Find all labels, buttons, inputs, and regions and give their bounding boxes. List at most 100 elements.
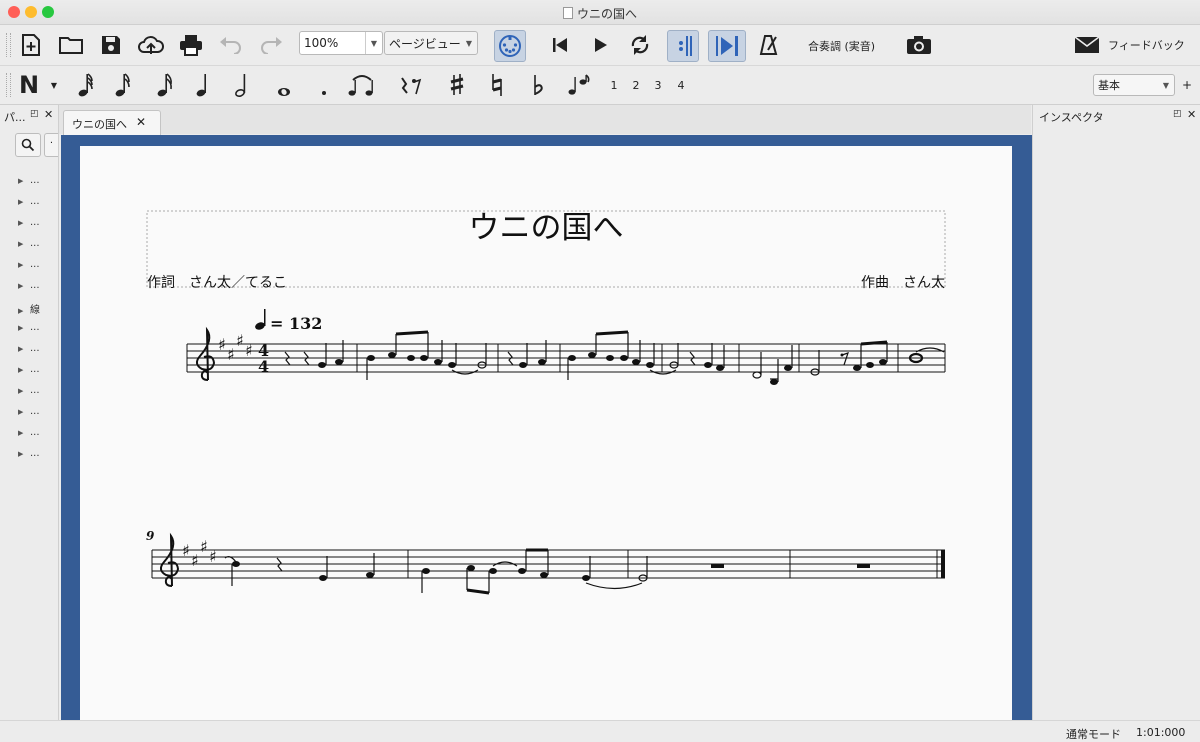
new-file-icon — [22, 34, 40, 56]
palette-item[interactable]: ▶... — [18, 175, 40, 186]
close-icon[interactable]: ✕ — [1187, 108, 1196, 121]
palette-item[interactable]: ▶... — [18, 322, 40, 333]
duration-64th-button[interactable] — [74, 70, 98, 100]
natural-icon — [492, 74, 502, 96]
metronome-button[interactable] — [754, 30, 784, 60]
play-repeats-toggle[interactable] — [667, 30, 699, 62]
feedback-label: フィードバック — [1108, 39, 1185, 52]
flat-button[interactable] — [526, 70, 550, 100]
score-notation[interactable]: ウニの国へ 作詞 さん太／てるこ 作曲 さん太 = 132 ♯♯♯♯ 4 4 9… — [80, 146, 1012, 720]
triangle-right-icon: ▶ — [18, 282, 24, 290]
chevron-down-icon[interactable]: ▼ — [365, 32, 382, 54]
voice-2-button[interactable]: 2 — [628, 70, 644, 100]
workspace-select[interactable]: 基本 ▼ — [1093, 74, 1175, 96]
palette-item[interactable]: ▶... — [18, 217, 40, 228]
zoom-combobox[interactable]: 100% ▼ — [299, 31, 383, 55]
tie-button[interactable] — [346, 70, 378, 100]
palette-item[interactable]: ▶... — [18, 343, 40, 354]
undo-button[interactable] — [216, 30, 246, 60]
palette-item[interactable]: ▶... — [18, 259, 40, 270]
staff-system-1 — [186, 343, 946, 373]
palette-item[interactable]: ▶... — [18, 238, 40, 249]
triangle-right-icon: ▶ — [18, 450, 24, 458]
measure-number: 9 — [146, 529, 155, 543]
time-signature-system-1: 4 4 — [258, 341, 269, 376]
search-icon — [21, 138, 35, 152]
position-status: 1:01:000 — [1136, 726, 1186, 739]
input-mode-status: 通常モード — [1066, 728, 1121, 741]
palette-item[interactable]: ▶... — [18, 427, 40, 438]
play-button[interactable] — [585, 30, 615, 60]
rewind-button[interactable] — [545, 30, 575, 60]
print-button[interactable] — [176, 30, 206, 60]
chevron-down-icon[interactable]: ▼ — [48, 70, 60, 100]
duration-32nd-button[interactable] — [111, 70, 135, 100]
lyricist-text: 作詞 さん太／てるこ — [147, 275, 287, 291]
toolbar-grip[interactable] — [6, 73, 11, 97]
half-note-icon — [235, 74, 246, 97]
final-barline — [941, 550, 945, 578]
redo-button[interactable] — [256, 30, 286, 60]
palette-item[interactable]: ▶... — [18, 406, 40, 417]
duration-whole-button[interactable] — [272, 70, 296, 100]
undock-icon[interactable]: ◰ — [1173, 109, 1182, 119]
palette-item[interactable]: ▶... — [18, 196, 40, 207]
palette-item[interactable]: ▶... — [18, 280, 40, 291]
add-workspace-button[interactable]: + — [1182, 78, 1192, 92]
half-rest — [711, 564, 724, 568]
note-input-mode-button[interactable]: N — [16, 70, 42, 100]
feedback-button[interactable]: フィードバック — [1074, 36, 1185, 54]
triangle-right-icon: ▶ — [18, 198, 24, 206]
view-mode-select[interactable]: ページビュー ▼ — [384, 31, 478, 55]
palette-item[interactable]: ▶... — [18, 364, 40, 375]
palette-item[interactable]: ▶... — [18, 448, 40, 459]
triangle-right-icon: ▶ — [18, 177, 24, 185]
triangle-right-icon: ▶ — [18, 408, 24, 416]
skip-to-start-icon — [553, 38, 567, 52]
tab-label: ウニの国へ — [72, 118, 127, 131]
status-bar: 通常モード 1:01:000 — [0, 720, 1200, 742]
workspace-value: 基本 — [1098, 79, 1120, 92]
svg-text:♯: ♯ — [227, 345, 235, 364]
palette-search-button[interactable] — [15, 133, 41, 157]
document-tab-bar — [59, 105, 1031, 134]
duration-quarter-button[interactable] — [191, 70, 215, 100]
inspector-panel: インスペクタ ◰ ✕ — [1032, 105, 1200, 720]
close-icon[interactable]: ✕ — [44, 108, 53, 121]
concert-pitch-button[interactable]: 合奏調 (実音) — [808, 38, 875, 54]
voice-4-button[interactable]: 4 — [673, 70, 689, 100]
augmentation-dot-button[interactable] — [314, 70, 334, 100]
midi-input-toggle[interactable] — [494, 30, 526, 62]
palette-menu-button[interactable]: · — [44, 133, 58, 157]
palette-item[interactable]: ▶... — [18, 385, 40, 396]
loop-button[interactable] — [625, 30, 655, 60]
rest-button[interactable] — [397, 70, 425, 100]
voice-3-button[interactable]: 3 — [650, 70, 666, 100]
voices-icon — [568, 74, 590, 95]
voice-1-button[interactable]: 1 — [606, 70, 622, 100]
flat-icon — [534, 75, 543, 95]
duration-16th-button[interactable] — [153, 70, 177, 100]
new-score-button[interactable] — [16, 30, 46, 60]
open-button[interactable] — [56, 30, 86, 60]
upload-score-button[interactable] — [136, 30, 166, 60]
repeat-sign-icon — [679, 36, 692, 56]
toolbar-grip[interactable] — [6, 33, 11, 57]
save-button[interactable] — [96, 30, 126, 60]
pan-score-toggle[interactable] — [708, 30, 746, 62]
svg-text:♯: ♯ — [191, 551, 199, 570]
undock-icon[interactable]: ◰ — [30, 109, 39, 119]
16th-note-icon — [157, 73, 172, 97]
natural-button[interactable] — [485, 70, 509, 100]
close-tab-icon[interactable]: ✕ — [136, 115, 146, 129]
triangle-right-icon: ▶ — [18, 387, 24, 395]
tempo-marking: = 132 — [255, 309, 322, 333]
voice-button[interactable] — [566, 70, 592, 100]
image-capture-button[interactable] — [904, 30, 934, 60]
palette-item-lines[interactable]: ▶ 線 — [18, 301, 40, 316]
duration-half-button[interactable] — [230, 70, 254, 100]
floppy-disk-icon — [102, 36, 120, 54]
tab-score[interactable]: ウニの国へ ✕ — [63, 110, 161, 135]
sharp-button[interactable] — [445, 70, 469, 100]
printer-icon — [180, 35, 202, 56]
